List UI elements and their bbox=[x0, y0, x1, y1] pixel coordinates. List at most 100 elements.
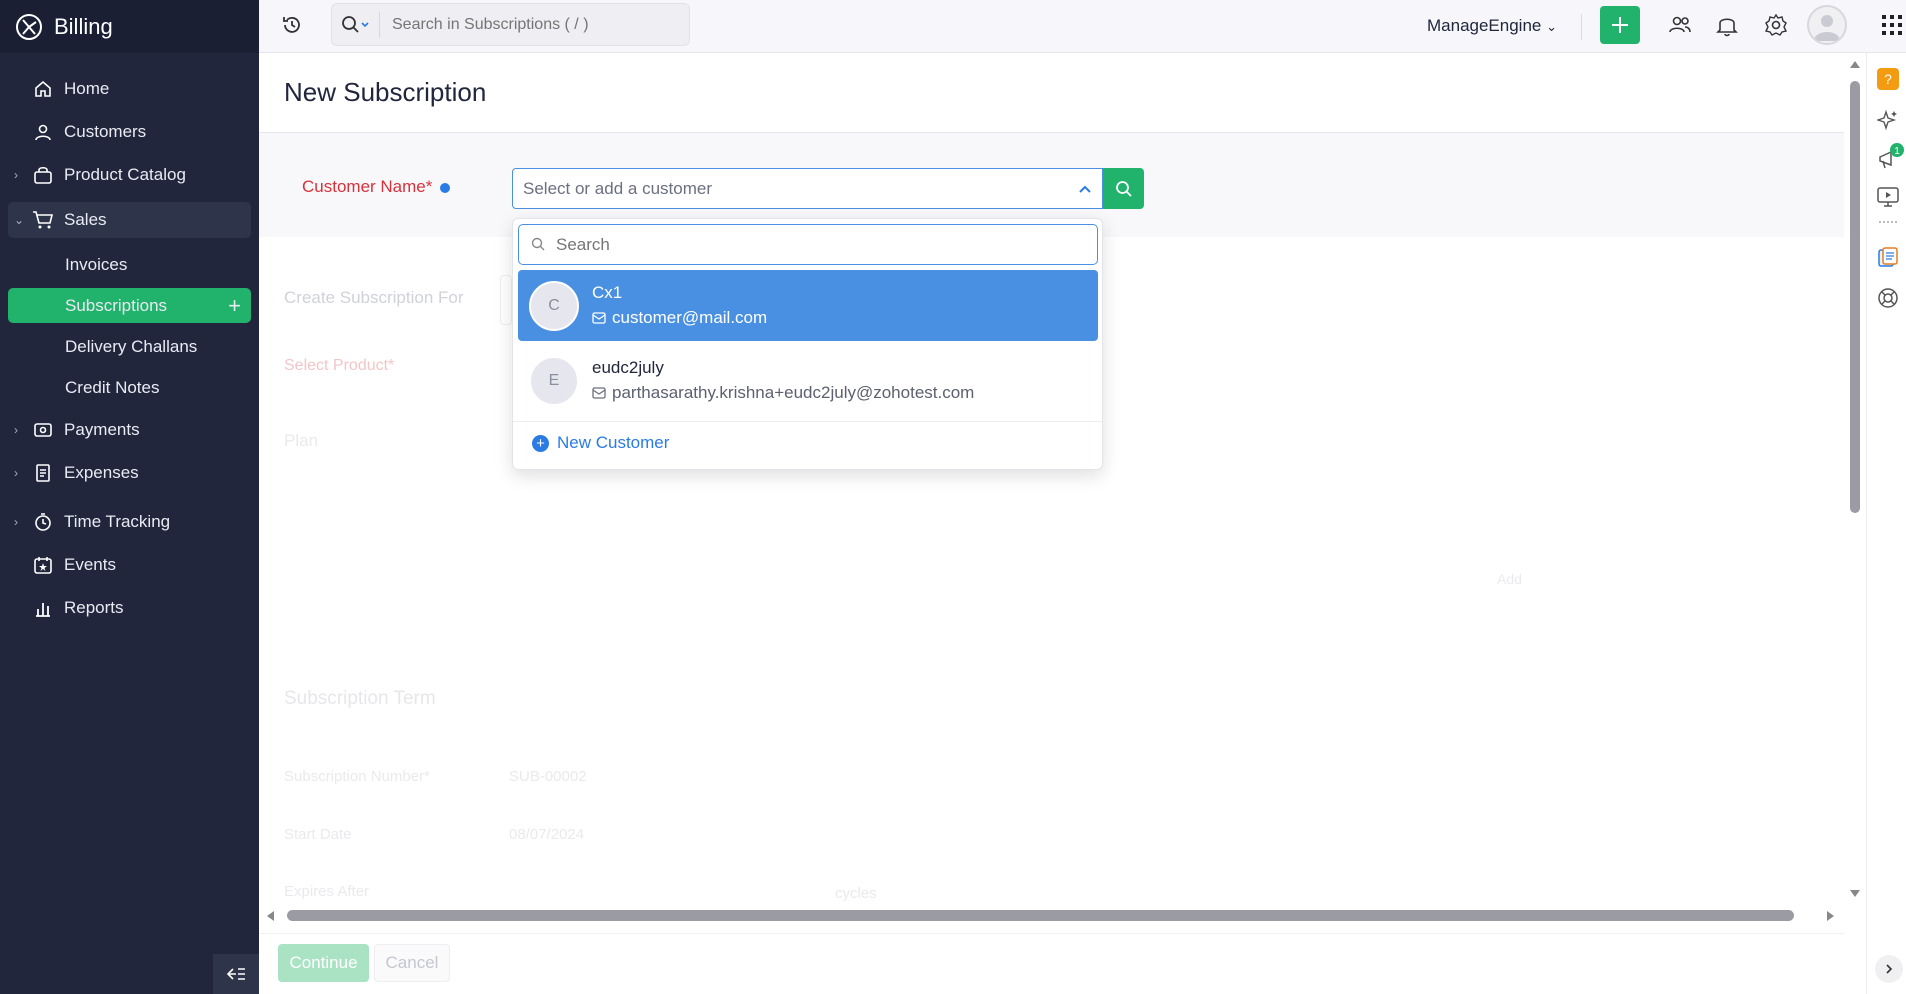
notification-count: 1 bbox=[1894, 146, 1900, 157]
info-dot-icon[interactable] bbox=[440, 183, 450, 193]
customer-search-button[interactable] bbox=[1103, 168, 1144, 209]
continue-button[interactable]: Continue bbox=[278, 944, 369, 982]
recent-history-icon[interactable] bbox=[281, 14, 303, 41]
search-icon bbox=[531, 237, 545, 251]
top-header: ManageEngine ⌄ bbox=[259, 0, 1906, 53]
plan-label: Plan bbox=[284, 431, 319, 450]
payments-icon bbox=[32, 419, 54, 441]
clock-icon bbox=[32, 511, 54, 533]
sidebar-item-subscriptions[interactable]: Subscriptions + bbox=[8, 288, 251, 323]
customer-select[interactable]: Select or add a customer bbox=[512, 168, 1103, 209]
sidebar-nav: Home Customers › Product Catalog ⌄ Sales… bbox=[0, 53, 259, 629]
search-icon[interactable] bbox=[332, 11, 380, 38]
form-footer bbox=[259, 933, 1844, 994]
sidebar-item-delivery-challans[interactable]: Delivery Challans bbox=[0, 326, 259, 367]
horizontal-scrollbar[interactable] bbox=[259, 905, 1844, 927]
customer-option[interactable]: C Cx1 customer@mail.com bbox=[518, 270, 1098, 341]
sidebar-item-home[interactable]: Home bbox=[0, 67, 259, 110]
mail-icon bbox=[592, 312, 606, 324]
sidebar-item-product-catalog[interactable]: › Product Catalog bbox=[0, 153, 259, 196]
collapse-sidebar-icon[interactable] bbox=[213, 954, 259, 994]
sidebar-item-credit-notes[interactable]: Credit Notes bbox=[0, 367, 259, 408]
dropdown-search[interactable] bbox=[518, 224, 1098, 265]
sidebar-item-events[interactable]: Events bbox=[0, 543, 259, 586]
divider bbox=[1879, 221, 1897, 223]
start-date-label: Start Date bbox=[284, 826, 352, 843]
customer-name-label: Customer Name* bbox=[302, 177, 433, 196]
sidebar-item-expenses[interactable]: › Expenses bbox=[0, 451, 259, 494]
brand[interactable]: Billing bbox=[0, 0, 259, 53]
receipt-icon bbox=[32, 462, 54, 484]
global-search[interactable] bbox=[331, 3, 690, 46]
sidebar-item-label: Time Tracking bbox=[64, 511, 171, 531]
dropdown-search-input[interactable] bbox=[556, 234, 1056, 255]
chevron-down-icon: ⌄ bbox=[14, 213, 25, 227]
subscription-number-label: Subscription Number* bbox=[284, 768, 430, 785]
new-customer-link[interactable]: + New Customer bbox=[532, 433, 669, 453]
subscription-term-heading: Subscription Term bbox=[284, 688, 436, 709]
bell-icon[interactable] bbox=[1716, 13, 1738, 42]
chevron-right-icon: › bbox=[14, 167, 18, 182]
cancel-button[interactable]: Cancel bbox=[374, 944, 450, 982]
plus-circle-icon: + bbox=[532, 434, 549, 452]
customer-avatar: E bbox=[529, 355, 579, 406]
addon-hint: Add bbox=[1497, 571, 1522, 587]
page-title: New Subscription bbox=[284, 77, 487, 107]
scroll-left-icon[interactable] bbox=[265, 910, 275, 922]
cart-icon bbox=[32, 209, 54, 231]
video-icon[interactable] bbox=[1877, 186, 1899, 213]
chevron-right-icon[interactable] bbox=[1875, 955, 1903, 983]
home-icon bbox=[32, 78, 54, 100]
scroll-thumb[interactable] bbox=[1850, 81, 1860, 513]
quick-create-button[interactable] bbox=[1600, 6, 1640, 44]
org-switcher[interactable]: ManageEngine ⌄ bbox=[1427, 16, 1557, 36]
books-icon[interactable] bbox=[1877, 246, 1899, 273]
main-content: New Subscription Customer Name* Select o… bbox=[259, 53, 1866, 994]
sidebar-item-label: Events bbox=[64, 554, 116, 574]
scroll-right-icon[interactable] bbox=[1826, 910, 1836, 922]
sidebar-item-customers[interactable]: Customers bbox=[0, 110, 259, 153]
plus-icon bbox=[1612, 17, 1628, 33]
sidebar-item-label: Subscriptions bbox=[65, 295, 168, 315]
create-for-field[interactable] bbox=[500, 275, 512, 325]
support-icon[interactable] bbox=[1877, 287, 1899, 314]
right-rail: ? 1 bbox=[1866, 53, 1906, 994]
chevron-right-icon: › bbox=[14, 465, 18, 480]
avatar[interactable] bbox=[1807, 5, 1847, 45]
sidebar-item-label: Product Catalog bbox=[64, 164, 186, 184]
sidebar-item-time-tracking[interactable]: › Time Tracking bbox=[0, 500, 259, 543]
sidebar-item-invoices[interactable]: Invoices bbox=[0, 244, 259, 285]
chevron-up-icon[interactable] bbox=[1078, 184, 1092, 194]
sidebar-item-sales[interactable]: ⌄ Sales bbox=[8, 202, 251, 238]
sidebar-item-label: Reports bbox=[64, 597, 124, 617]
scroll-thumb[interactable] bbox=[287, 910, 1794, 921]
search-input[interactable] bbox=[392, 15, 672, 34]
select-product-label: Select Product* bbox=[284, 357, 395, 374]
vertical-scrollbar[interactable] bbox=[1844, 53, 1866, 897]
sparkle-icon[interactable] bbox=[1875, 109, 1899, 136]
svg-text:?: ? bbox=[1884, 71, 1892, 87]
sidebar-item-label: Home bbox=[64, 78, 110, 98]
sidebar-item-label: Invoices bbox=[65, 254, 128, 274]
customer-option-email: parthasarathy.krishna+eudc2july@zohotest… bbox=[612, 383, 975, 402]
users-icon[interactable] bbox=[1668, 13, 1692, 42]
divider bbox=[513, 421, 1102, 422]
user-icon bbox=[32, 121, 54, 143]
chevron-right-icon: › bbox=[14, 514, 18, 529]
announcement-icon[interactable]: 1 bbox=[1877, 143, 1905, 178]
add-subscription-icon[interactable]: + bbox=[228, 294, 241, 317]
sidebar-item-payments[interactable]: › Payments bbox=[0, 408, 259, 451]
expires-unit: cycles bbox=[835, 885, 877, 902]
sidebar-item-label: Expenses bbox=[64, 462, 139, 482]
app-grid-icon[interactable] bbox=[1881, 14, 1903, 41]
customer-option[interactable]: E eudc2july parthasarathy.krishna+eudc2j… bbox=[518, 345, 1098, 416]
chevron-right-icon: › bbox=[14, 422, 18, 437]
help-icon[interactable]: ? bbox=[1877, 68, 1899, 95]
sidebar-item-label: Sales bbox=[64, 210, 107, 229]
sidebar-item-label: Credit Notes bbox=[65, 377, 160, 397]
scroll-up-icon[interactable] bbox=[1849, 59, 1861, 69]
scroll-down-icon[interactable] bbox=[1849, 889, 1861, 899]
sidebar-item-reports[interactable]: Reports bbox=[0, 586, 259, 629]
gear-icon[interactable] bbox=[1764, 13, 1788, 42]
org-name: ManageEngine bbox=[1427, 16, 1542, 35]
